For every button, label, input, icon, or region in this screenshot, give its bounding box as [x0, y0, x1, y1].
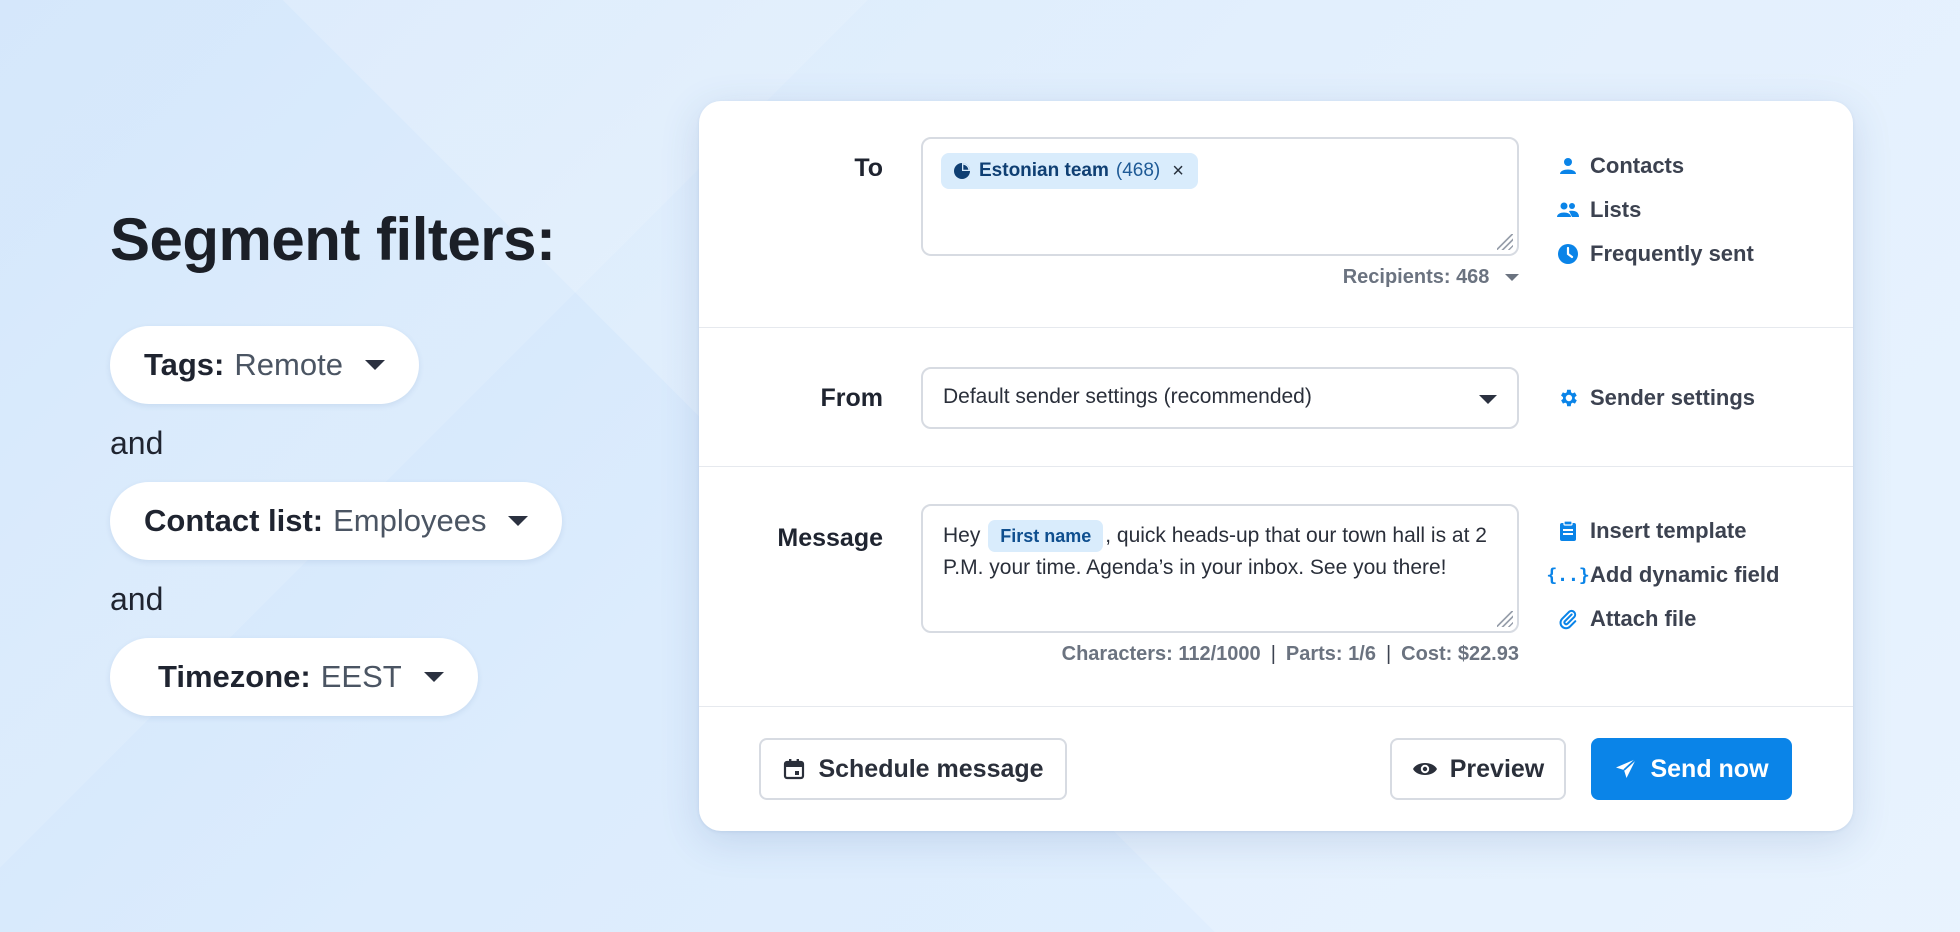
message-label: Message: [777, 524, 883, 552]
to-row: To Estonian team (468) × Recipients: 468: [699, 101, 1853, 328]
attach-file-label: Attach file: [1590, 606, 1697, 631]
add-dynamic-field-link[interactable]: {..} Add dynamic field: [1546, 553, 1780, 597]
filter-key: Timezone:: [158, 659, 311, 694]
chevron-down-icon: [1505, 274, 1519, 282]
sender-settings-label: Sender settings: [1590, 385, 1756, 410]
lists-label: Lists: [1590, 197, 1642, 222]
chevron-down-icon: [1479, 395, 1497, 404]
send-icon: [1614, 757, 1638, 781]
attach-file-link[interactable]: Attach file: [1556, 597, 1779, 641]
message-text: Hey First name, quick heads-up that our …: [943, 520, 1499, 583]
paperclip-icon: [1556, 607, 1580, 631]
filter-timezone[interactable]: Timezone: EEST: [110, 638, 478, 716]
recipient-chip[interactable]: Estonian team (468) ×: [941, 153, 1198, 189]
filter-key: Contact list:: [144, 503, 324, 538]
from-label: From: [820, 384, 884, 412]
filter-key: Tags:: [144, 347, 225, 382]
recipients-count[interactable]: Recipients: 468: [1343, 266, 1519, 289]
filter-connector: and: [110, 581, 164, 617]
send-now-label: Send now: [1650, 754, 1769, 783]
chevron-down-icon: [508, 516, 529, 526]
frequently-sent-link[interactable]: Frequently sent: [1556, 232, 1754, 276]
eye-icon: [1412, 760, 1438, 778]
filter-connector: and: [110, 425, 164, 461]
close-icon[interactable]: ×: [1172, 160, 1184, 183]
contacts-label: Contacts: [1590, 153, 1685, 178]
schedule-message-button[interactable]: Schedule message: [759, 738, 1067, 800]
clock-icon: [1556, 242, 1580, 266]
contacts-link[interactable]: Contacts: [1556, 144, 1754, 188]
filter-value: EEST: [320, 659, 402, 694]
to-label: To: [854, 154, 883, 182]
message-cost: Cost: $22.93: [1401, 643, 1519, 665]
recipient-chip-name: Estonian team: [979, 160, 1109, 181]
people-icon: [1556, 198, 1580, 222]
gear-icon: [1556, 386, 1580, 410]
calendar-icon: [782, 757, 806, 781]
message-side-actions: Insert template {..} Add dynamic field A…: [1546, 509, 1780, 641]
recipient-chip-count: (468): [1115, 160, 1161, 181]
divider: |: [1385, 643, 1392, 665]
segment-filters-panel: Segment filters: Tags: Remote and Contac…: [110, 205, 563, 716]
compose-card: To Estonian team (468) × Recipients: 468: [699, 101, 1853, 831]
chevron-down-icon: [423, 672, 444, 682]
recipients-count-text: Recipients: 468: [1342, 266, 1490, 288]
filter-tags[interactable]: Tags: Remote: [110, 326, 419, 404]
schedule-message-label: Schedule message: [818, 754, 1044, 783]
message-textarea[interactable]: Hey First name, quick heads-up that our …: [921, 504, 1519, 633]
dynamic-field-chip[interactable]: First name: [988, 520, 1104, 552]
preview-label: Preview: [1449, 754, 1545, 783]
person-icon: [1556, 154, 1580, 178]
resize-handle[interactable]: [1497, 234, 1513, 250]
sender-select-value: Default sender settings (recommended): [943, 385, 1312, 408]
message-row: Message Hey First name, quick heads-up t…: [699, 467, 1853, 707]
filter-value: Remote: [234, 347, 343, 382]
sender-select[interactable]: Default sender settings (recommended): [921, 367, 1519, 429]
from-row: From Default sender settings (recommende…: [699, 328, 1853, 467]
preview-button[interactable]: Preview: [1390, 738, 1566, 800]
message-prefix: Hey: [943, 524, 981, 547]
divider: |: [1270, 643, 1276, 665]
add-dynamic-field-label: Add dynamic field: [1590, 562, 1780, 587]
chevron-down-icon: [364, 360, 385, 370]
insert-template-link[interactable]: Insert template: [1556, 509, 1779, 553]
clipboard-icon: [1556, 519, 1580, 543]
sender-settings-link[interactable]: Sender settings: [1556, 376, 1755, 420]
insert-template-label: Insert template: [1590, 518, 1747, 543]
send-now-button[interactable]: Send now: [1591, 738, 1792, 800]
pie-chart-icon: [953, 162, 971, 180]
recipients-field[interactable]: Estonian team (468) ×: [921, 137, 1519, 256]
to-side-actions: Contacts Lists Frequently sent: [1556, 144, 1754, 276]
filter-contact-list[interactable]: Contact list: Employees: [110, 482, 563, 560]
braces-icon: {..}: [1546, 564, 1590, 586]
frequently-sent-label: Frequently sent: [1590, 241, 1754, 266]
filter-value: Employees: [333, 503, 487, 538]
lists-link[interactable]: Lists: [1556, 188, 1754, 232]
segment-filters-title: Segment filters:: [110, 206, 556, 273]
resize-handle[interactable]: [1497, 611, 1513, 627]
message-stats: Characters: 112/1000 | Parts: 1/6 | Cost: $2…: [1062, 643, 1519, 666]
character-count: Characters: 112/1000: [1061, 643, 1261, 665]
from-side-actions: Sender settings: [1556, 376, 1755, 420]
parts-count: Parts: 1/6: [1285, 643, 1376, 665]
